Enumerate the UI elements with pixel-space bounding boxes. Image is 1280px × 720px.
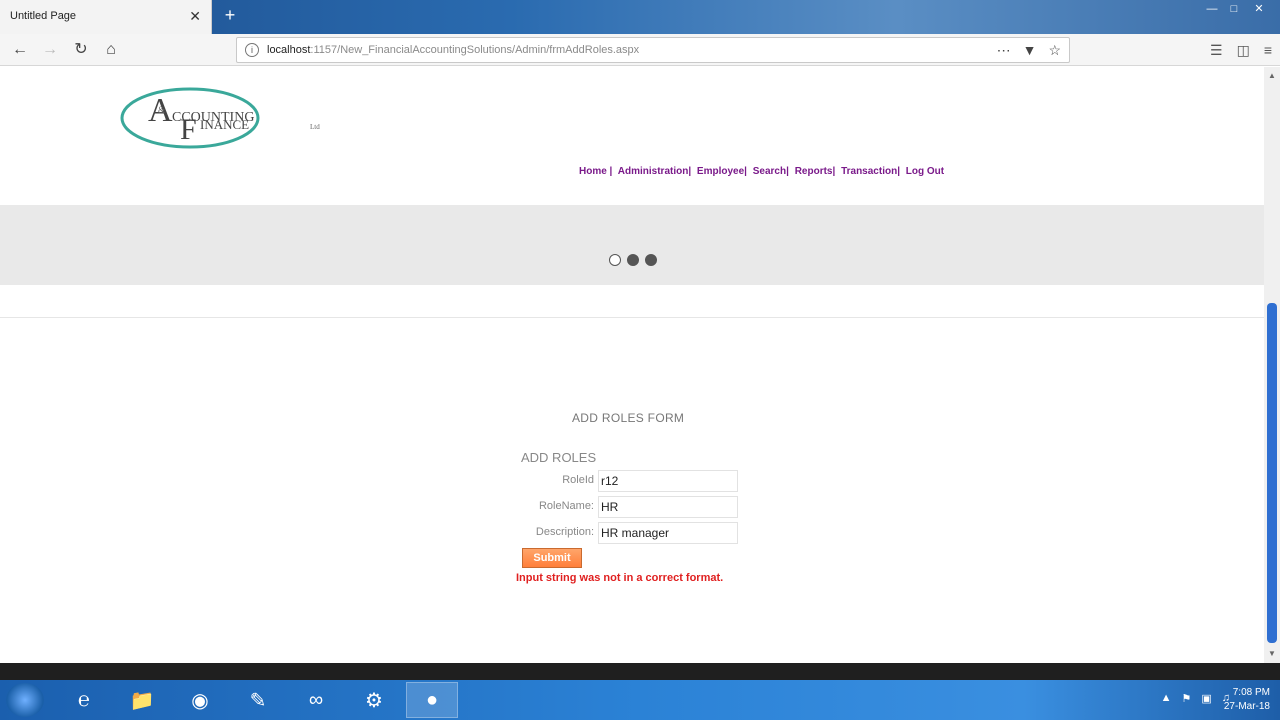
back-icon[interactable]: ← <box>10 40 30 60</box>
firefox-icon[interactable]: ● <box>406 682 458 718</box>
tab-untitled-page[interactable]: Untitled Page ✕ <box>0 0 212 34</box>
slider-dot-1[interactable] <box>609 254 621 266</box>
tab-title: Untitled Page <box>10 10 77 22</box>
page-actions-icon[interactable]: ⋯ <box>997 42 1011 59</box>
start-button[interactable] <box>6 683 44 717</box>
bookmark-star-icon[interactable]: ☆ <box>1048 42 1061 59</box>
error-message: Input string was not in a correct format… <box>516 572 724 584</box>
home-icon[interactable]: ⌂ <box>101 40 121 60</box>
visual-studio-icon[interactable]: ∞ <box>290 682 342 718</box>
address-bar[interactable]: i localhost:1157/New_FinancialAccounting… <box>236 37 1070 63</box>
submit-button[interactable]: Submit <box>522 548 582 568</box>
slider-dot-2[interactable] <box>627 254 639 266</box>
nav-reports[interactable]: Reports| <box>795 166 836 177</box>
media-app-icon[interactable]: ⚙ <box>348 682 400 718</box>
scroll-down-icon[interactable]: ▼ <box>1267 649 1277 659</box>
nav-transaction[interactable]: Transaction| <box>841 166 900 177</box>
window-controls: — □ ✕ <box>1204 3 1270 15</box>
site-info-icon[interactable]: i <box>245 43 259 57</box>
menu-icon[interactable]: ≡ <box>1264 42 1272 59</box>
url-text[interactable]: localhost:1157/New_FinancialAccountingSo… <box>267 44 639 56</box>
rolename-label: RoleName: <box>538 500 594 512</box>
description-label: Description: <box>535 526 594 538</box>
nav-administration[interactable]: Administration| <box>618 166 691 177</box>
scroll-thumb[interactable] <box>1267 303 1277 643</box>
svg-text:&: & <box>158 105 165 115</box>
url-actions: ⋯ ▼ ☆ <box>997 42 1061 59</box>
close-tab-icon[interactable]: ✕ <box>189 8 201 25</box>
rolename-input[interactable] <box>598 496 738 518</box>
minimize-icon[interactable]: — <box>1204 3 1220 15</box>
toolbar-right: ☰ ◫ ≡ <box>1210 42 1272 59</box>
forward-icon[interactable]: → <box>40 40 60 60</box>
system-tray: ▲ ⚑ ▣ ♫ <box>1161 692 1230 705</box>
svg-text:Ltd: Ltd <box>310 123 320 131</box>
network-icon[interactable]: ▣ <box>1201 692 1211 705</box>
roleid-row: RoleId <box>500 470 740 492</box>
slider-dots <box>609 254 657 266</box>
nav-employee[interactable]: Employee| <box>697 166 747 177</box>
banner-slider <box>0 205 1264 285</box>
screen: Untitled Page ✕ + — □ ✕ ← → ↻ ⌂ i localh… <box>0 0 1280 720</box>
windows-taskbar: ℮ 📁 ◉ ✎ ∞ ⚙ ● ▲ ⚑ ▣ ♫ 7:08 PM 27-Mar-18 <box>0 680 1280 720</box>
description-input[interactable] <box>598 522 738 544</box>
clock-date: 27-Mar-18 <box>1223 701 1270 712</box>
roleid-label: RoleId <box>562 474 594 486</box>
reload-icon[interactable]: ↻ <box>71 40 91 60</box>
browser-tabstrip: Untitled Page ✕ + — □ ✕ <box>0 0 1280 34</box>
clock-time: 7:08 PM <box>1232 687 1270 698</box>
url-host: localhost <box>267 44 311 56</box>
sidebar-icon[interactable]: ◫ <box>1237 42 1250 59</box>
nav-search[interactable]: Search| <box>753 166 789 177</box>
library-icon[interactable]: ☰ <box>1210 42 1223 59</box>
new-tab-button[interactable]: + <box>220 4 240 26</box>
page-scrollbar[interactable]: ▲ ▼ <box>1264 67 1280 663</box>
rolename-row: RoleName: <box>500 496 740 518</box>
internet-explorer-icon[interactable]: ℮ <box>58 682 110 718</box>
chrome-icon[interactable]: ◉ <box>174 682 226 718</box>
url-path: :1157/New_FinancialAccountingSolutions/A… <box>310 44 640 56</box>
nav-logout[interactable]: Log Out <box>906 166 944 177</box>
section-title: ADD ROLES <box>521 450 597 465</box>
browser-toolbar: ← → ↻ ⌂ i localhost:1157/New_FinancialAc… <box>0 34 1280 66</box>
status-strip <box>0 663 1280 680</box>
main-navigation: Home | Administration| Employee| Search|… <box>579 166 947 177</box>
file-explorer-icon[interactable]: 📁 <box>116 682 168 718</box>
roleid-input[interactable] <box>598 470 738 492</box>
tray-expand-icon[interactable]: ▲ <box>1161 692 1172 705</box>
form-title: ADD ROLES FORM <box>572 411 685 425</box>
close-window-icon[interactable]: ✕ <box>1248 3 1270 15</box>
description-row: Description: <box>500 522 740 544</box>
svg-text:F: F <box>180 113 197 146</box>
slider-dot-3[interactable] <box>645 254 657 266</box>
scroll-up-icon[interactable]: ▲ <box>1267 71 1277 81</box>
maximize-icon[interactable]: □ <box>1226 3 1242 15</box>
svg-text:INANCE: INANCE <box>200 117 249 132</box>
taskbar-clock[interactable]: 7:08 PM 27-Mar-18 <box>1224 686 1270 714</box>
notes-app-icon[interactable]: ✎ <box>232 682 284 718</box>
nav-home[interactable]: Home | <box>579 166 612 177</box>
page-viewport: A CCOUNTING & F INANCE Ltd Home | Admini… <box>0 67 1264 663</box>
accounting-finance-logo[interactable]: A CCOUNTING & F INANCE Ltd <box>120 87 340 149</box>
content-divider <box>0 317 1264 318</box>
pocket-icon[interactable]: ▼ <box>1023 42 1037 59</box>
action-center-flag-icon[interactable]: ⚑ <box>1181 692 1191 705</box>
